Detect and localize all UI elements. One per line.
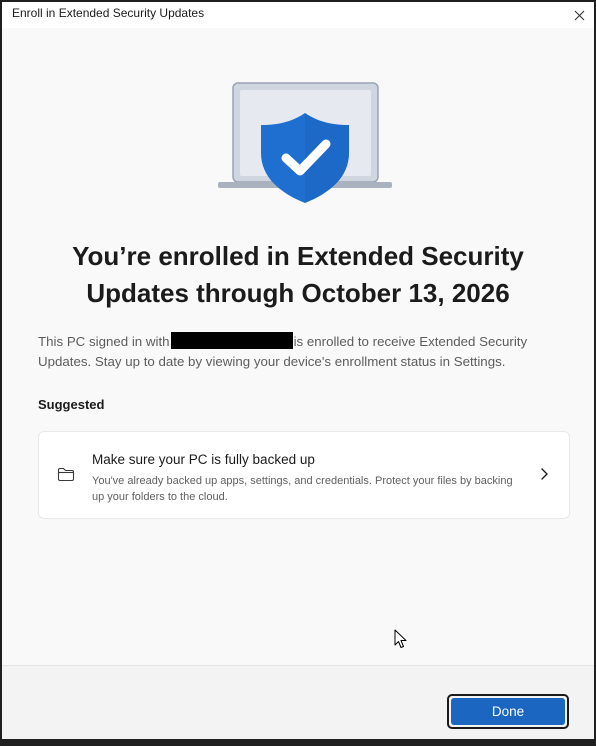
shield-check-icon — [261, 113, 349, 203]
done-button-label: Done — [451, 698, 565, 725]
chevron-right-icon — [541, 468, 548, 480]
backup-suggestion-card[interactable]: Make sure your PC is fully backed up You… — [38, 431, 570, 519]
heading-line-1: You’re enrolled in Extended Security — [72, 241, 524, 271]
folder-icon — [57, 467, 75, 482]
window-title: Enroll in Extended Security Updates — [12, 6, 205, 20]
close-icon — [574, 10, 584, 20]
heading-line-2: Updates through October 13, 2026 — [86, 278, 510, 308]
redacted-account — [170, 332, 293, 349]
dialog-content: You’re enrolled in Extended Security Upd… — [2, 28, 594, 665]
done-button[interactable]: Done — [447, 694, 569, 729]
suggested-heading: Suggested — [38, 397, 105, 412]
title-bar: Enroll in Extended Security Updates — [2, 2, 594, 28]
dialog-window: Enroll in Extended Security Updates You’… — [2, 2, 594, 739]
description-prefix: This PC signed in with — [38, 334, 170, 349]
close-button[interactable] — [564, 2, 594, 28]
enrollment-description: This PC signed in with is enrolled to rec… — [38, 332, 558, 372]
card-description: You've already backed up apps, settings,… — [92, 475, 513, 503]
mouse-pointer-icon — [394, 629, 407, 648]
dialog-footer: Done — [2, 665, 594, 739]
card-title: Make sure your PC is fully backed up — [92, 452, 315, 467]
laptop-shield-illustration — [218, 82, 392, 203]
page-heading: You’re enrolled in Extended Security Upd… — [22, 238, 574, 312]
